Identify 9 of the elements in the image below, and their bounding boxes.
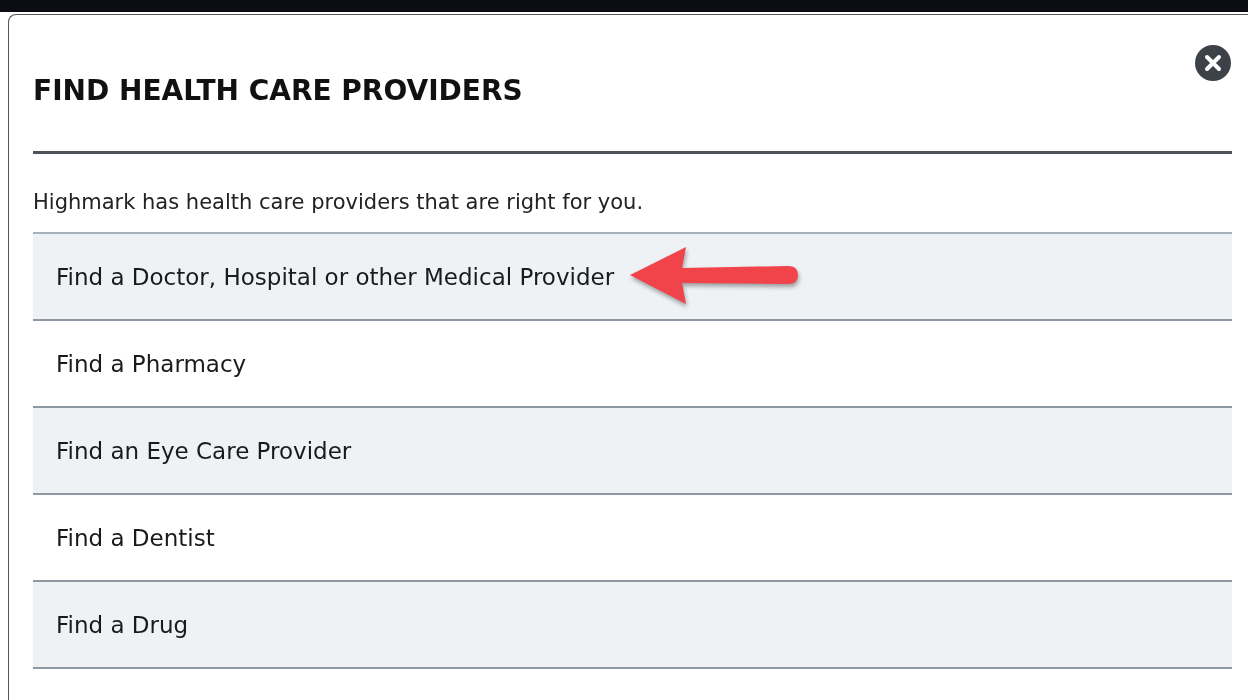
provider-link[interactable]: Find a Pharmacy — [56, 350, 247, 377]
provider-link[interactable]: Find a Doctor, Hospital or other Medical Provider — [56, 263, 615, 290]
close-button[interactable] — [1195, 45, 1231, 81]
dialog-title: FIND HEALTH CARE PROVIDERS — [33, 73, 523, 109]
provider-link[interactable]: Find a Drug — [56, 611, 189, 638]
intro-text: Highmark has health care providers that are right for you. — [33, 189, 645, 216]
provider-link[interactable]: Find a Dentist — [56, 524, 215, 551]
close-icon — [1195, 45, 1231, 81]
provider-link[interactable]: Find an Eye Care Provider — [56, 437, 352, 464]
